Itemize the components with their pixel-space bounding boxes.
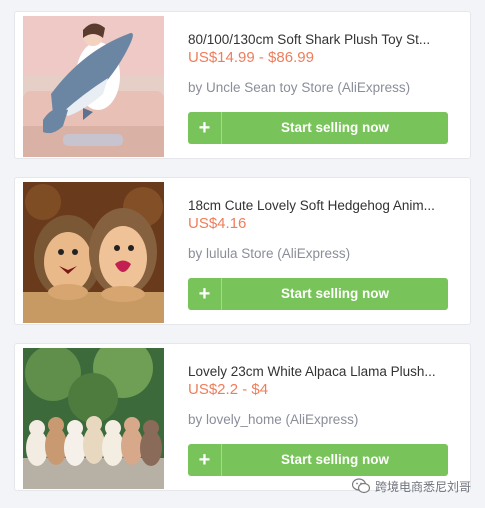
button-label: Start selling now	[280, 452, 389, 467]
product-title[interactable]: 80/100/130cm Soft Shark Plush Toy St...	[188, 32, 450, 47]
product-image-hedgehog[interactable]	[23, 182, 164, 323]
wechat-icon	[351, 478, 370, 494]
product-image-shark[interactable]	[23, 16, 164, 157]
product-card: 18cm Cute Lovely Soft Hedgehog Anim... U…	[14, 177, 471, 325]
product-card: Lovely 23cm White Alpaca Llama Plush... …	[14, 343, 471, 491]
watermark-text: 跨境电商悉尼刘哥	[374, 479, 471, 494]
product-store: by Uncle Sean toy Store (AliExpress)	[188, 80, 411, 95]
product-title[interactable]: 18cm Cute Lovely Soft Hedgehog Anim...	[188, 198, 450, 213]
product-title[interactable]: Lovely 23cm White Alpaca Llama Plush...	[188, 364, 450, 379]
watermark: 跨境电商悉尼刘哥	[351, 478, 471, 494]
plus-icon: +	[188, 278, 222, 310]
button-label: Start selling now	[280, 120, 389, 135]
product-list: 80/100/130cm Soft Shark Plush Toy St... …	[0, 0, 485, 508]
product-price: US$4.16	[188, 215, 247, 232]
product-image-alpaca[interactable]	[23, 348, 164, 489]
product-price: US$2.2 - $4	[188, 381, 269, 398]
plus-icon: +	[188, 444, 222, 476]
product-store: by lulula Store (AliExpress)	[188, 246, 351, 261]
product-price: US$14.99 - $86.99	[188, 49, 314, 66]
product-store: by lovely_home (AliExpress)	[188, 412, 359, 427]
start-selling-button[interactable]: + Start selling now	[188, 112, 448, 144]
start-selling-button[interactable]: + Start selling now	[188, 278, 448, 310]
start-selling-button[interactable]: + Start selling now	[188, 444, 448, 476]
button-label: Start selling now	[280, 286, 389, 301]
product-card: 80/100/130cm Soft Shark Plush Toy St... …	[14, 11, 471, 159]
plus-icon: +	[188, 112, 222, 144]
